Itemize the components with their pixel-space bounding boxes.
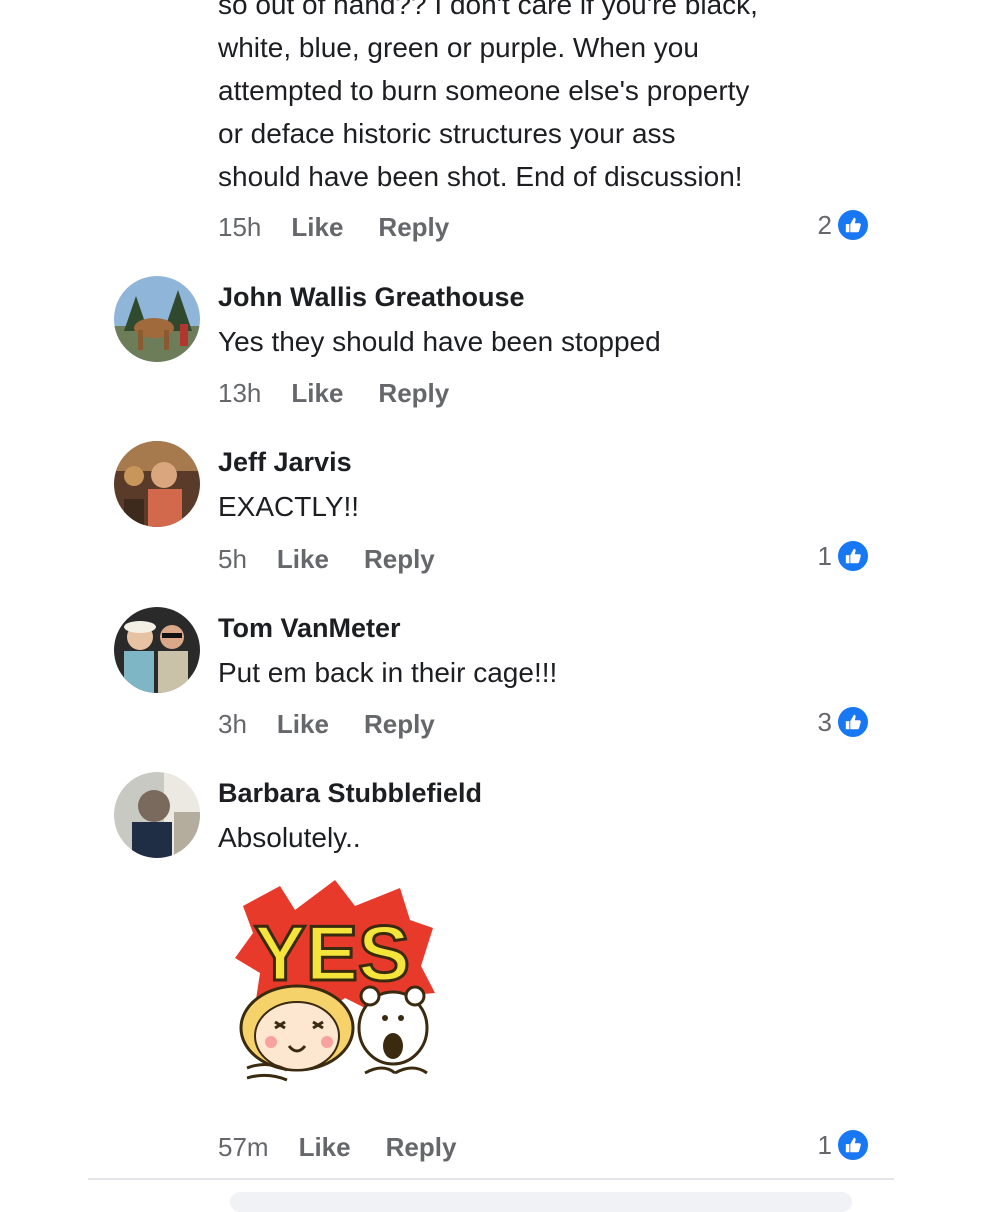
comment-timestamp: 57m — [218, 1131, 269, 1162]
avatar[interactable] — [114, 607, 200, 693]
comment-timestamp: 3h — [218, 708, 247, 739]
reply-button[interactable]: Reply — [364, 544, 435, 575]
thumbs-up-icon — [836, 208, 870, 242]
like-button[interactable]: Like — [291, 212, 343, 243]
reaction-count[interactable]: 1 — [818, 539, 870, 573]
comment-actions: 15h Like Reply — [218, 210, 484, 244]
like-button[interactable]: Like — [277, 544, 329, 575]
comment-text: Absolutely.. — [218, 822, 361, 853]
reaction-count-number: 3 — [817, 706, 832, 737]
avatar[interactable] — [114, 276, 200, 362]
yes-sticker[interactable]: YES — [225, 878, 440, 1098]
thumbs-up-icon — [836, 705, 870, 739]
comment-author[interactable]: John Wallis Greathouse — [218, 282, 525, 313]
reply-button[interactable]: Reply — [386, 1132, 457, 1163]
comment-timestamp: 15h — [218, 211, 262, 242]
reaction-count-number: 1 — [817, 1129, 832, 1160]
avatar[interactable] — [114, 441, 200, 527]
comment-text: EXACTLY!! — [218, 491, 360, 522]
reply-button[interactable]: Reply — [378, 378, 449, 409]
comment-input-edge[interactable] — [230, 1192, 852, 1212]
reply-button[interactable]: Reply — [378, 212, 449, 243]
comment-author[interactable]: Jeff Jarvis — [218, 447, 352, 478]
reply-button[interactable]: Reply — [364, 709, 435, 740]
sticker-text: YES — [254, 909, 410, 997]
comment-text: so out of hand?? I don't care if you're … — [218, 0, 758, 192]
reaction-count[interactable]: 3 — [818, 705, 870, 739]
thumbs-up-icon — [836, 539, 870, 573]
divider — [88, 1178, 894, 1180]
reaction-count[interactable]: 2 — [818, 208, 870, 242]
reaction-count-number: 2 — [817, 209, 832, 240]
comment-text: Yes they should have been stopped — [218, 326, 661, 357]
reaction-count[interactable]: 1 — [818, 1128, 870, 1162]
comment-text: Put em back in their cage!!! — [218, 657, 558, 688]
reaction-count-number: 1 — [817, 540, 832, 571]
comment-actions: 57m Like Reply — [218, 1130, 491, 1164]
like-button[interactable]: Like — [277, 709, 329, 740]
like-button[interactable]: Like — [299, 1132, 351, 1163]
avatar[interactable] — [114, 772, 200, 858]
comment-author[interactable]: Tom VanMeter — [218, 613, 401, 644]
comment-author[interactable]: Barbara Stubblefield — [218, 778, 482, 809]
like-button[interactable]: Like — [291, 378, 343, 409]
thumbs-up-icon — [836, 1128, 870, 1162]
comment-timestamp: 5h — [218, 543, 247, 574]
comment-actions: 13h Like Reply — [218, 376, 484, 410]
comment-actions: 3h Like Reply — [218, 707, 470, 741]
comment-actions: 5h Like Reply — [218, 542, 470, 576]
comment-timestamp: 13h — [218, 377, 262, 408]
